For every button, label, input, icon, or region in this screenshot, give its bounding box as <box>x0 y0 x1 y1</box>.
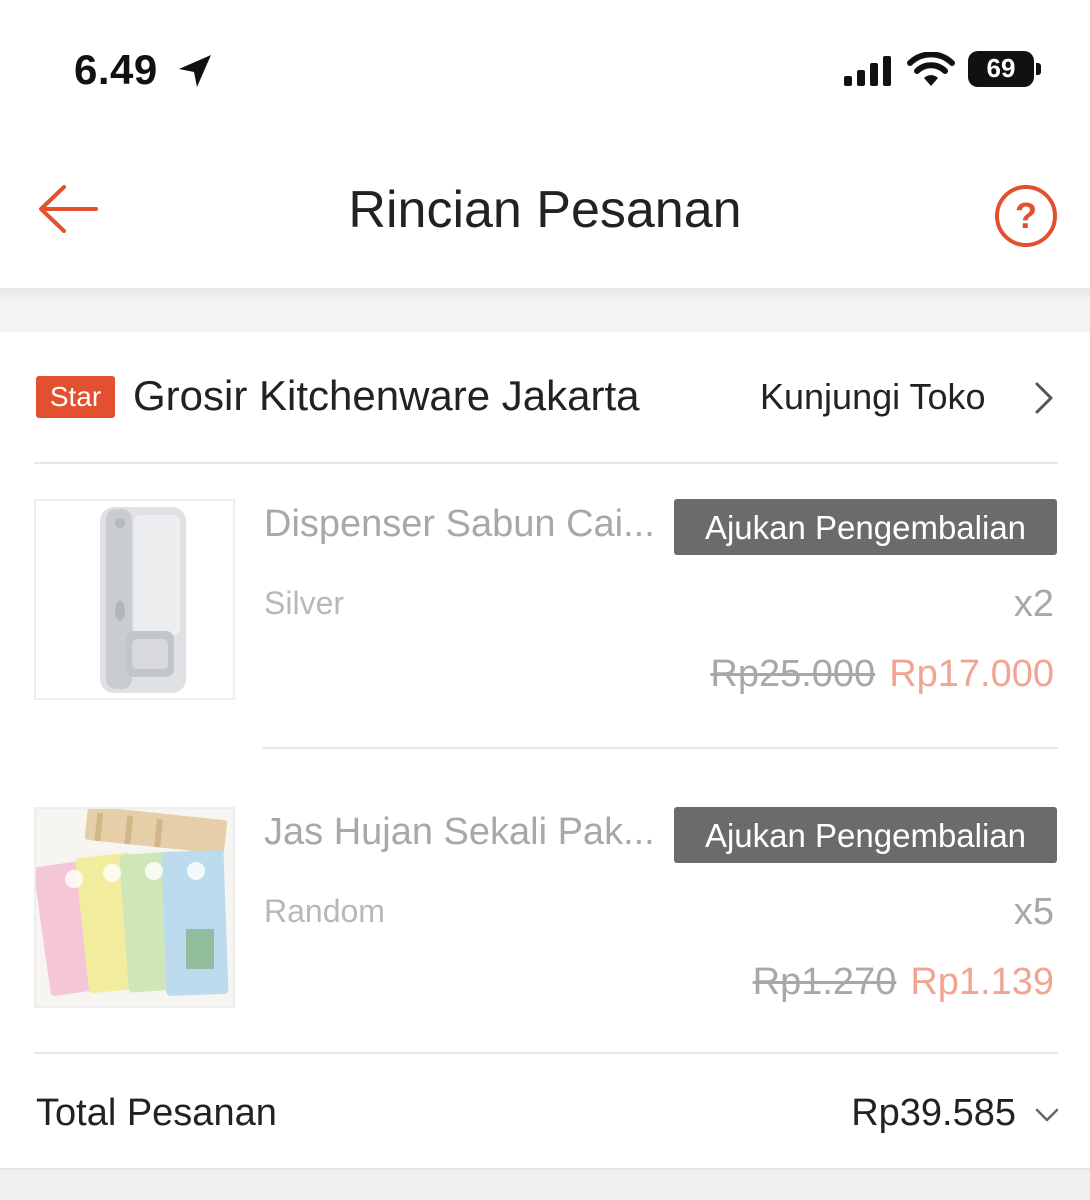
page-title: Rincian Pesanan <box>348 181 742 239</box>
request-return-button[interactable]: Ajukan Pengembalian <box>674 807 1057 863</box>
product-quantity: x2 <box>1013 583 1054 625</box>
product-variant: Random <box>264 893 385 929</box>
product-name[interactable]: Jas Hujan Sekali Pak... <box>264 811 672 854</box>
soap-dispenser-image <box>36 501 233 698</box>
order-item[interactable]: Jas Hujan Sekali Pak... Ajukan Pengembal… <box>0 807 1090 1057</box>
price-row: Rp25.000 Rp17.000 <box>710 653 1054 696</box>
shop-name: Grosir Kitchenware Jakarta <box>133 372 640 419</box>
product-image[interactable] <box>34 499 235 700</box>
visit-shop-link[interactable]: Kunjungi Toko <box>760 376 986 418</box>
page-header: Rincian Pesanan ? <box>0 140 1090 290</box>
wifi-icon <box>907 52 955 86</box>
shop-row: Star Grosir Kitchenware Jakarta Kunjungi… <box>0 332 1090 464</box>
price-row: Rp1.270 Rp1.139 <box>753 961 1054 1004</box>
chevron-right-icon[interactable] <box>1032 380 1056 416</box>
question-circle-icon[interactable]: ? <box>993 183 1059 249</box>
battery-level: 69 <box>986 53 1016 83</box>
divider <box>34 1052 1058 1054</box>
section-divider <box>0 1168 1090 1200</box>
divider <box>263 747 1058 749</box>
cellular-signal-icon <box>844 56 891 86</box>
chevron-down-icon[interactable] <box>1034 1106 1060 1124</box>
order-total-row[interactable]: Total Pesanan Rp39.585 <box>0 1056 1090 1172</box>
discounted-price: Rp17.000 <box>889 653 1054 695</box>
product-image[interactable] <box>34 807 235 1008</box>
total-label: Total Pesanan <box>36 1092 277 1134</box>
discounted-price: Rp1.139 <box>910 961 1054 1003</box>
status-time: 6.49 <box>74 46 158 93</box>
divider <box>34 462 1058 464</box>
total-value: Rp39.585 <box>851 1092 1016 1134</box>
section-divider <box>0 288 1090 332</box>
order-item[interactable]: Dispenser Sabun Cai... Ajukan Pengembali… <box>0 499 1090 749</box>
battery-icon: 69 <box>968 51 1042 87</box>
raincoat-pack-image <box>36 809 233 1006</box>
product-variant: Silver <box>264 585 345 621</box>
product-name[interactable]: Dispenser Sabun Cai... <box>264 503 672 546</box>
request-return-button[interactable]: Ajukan Pengembalian <box>674 499 1057 555</box>
location-arrow-icon <box>179 55 211 87</box>
original-price: Rp25.000 <box>710 653 876 695</box>
original-price: Rp1.270 <box>752 961 897 1003</box>
svg-text:?: ? <box>1015 195 1037 236</box>
product-quantity: x5 <box>1013 891 1054 933</box>
status-bar: 6.49 69 <box>0 0 1090 140</box>
star-seller-badge: Star <box>36 376 115 418</box>
